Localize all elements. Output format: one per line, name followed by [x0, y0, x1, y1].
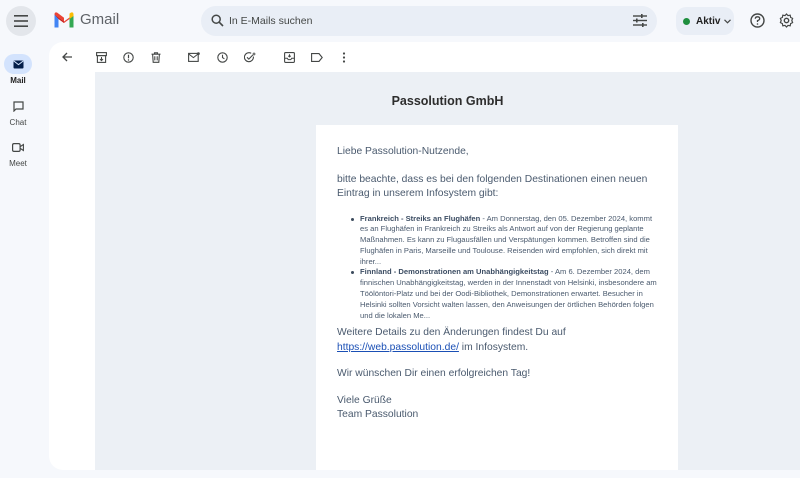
- gmail-icon: [54, 12, 74, 28]
- menu-icon: [14, 15, 28, 27]
- more-vert-icon: [342, 51, 346, 63]
- infosystem-link[interactable]: https://web.passolution.de/: [337, 342, 459, 353]
- app-name: Gmail: [80, 11, 120, 28]
- status-label: Aktiv: [696, 15, 721, 27]
- signoff: Viele Grüße Team Passolution: [337, 394, 657, 423]
- archive-button[interactable]: [94, 50, 108, 64]
- snooze-button[interactable]: [215, 50, 229, 64]
- gmail-logo[interactable]: Gmail: [53, 11, 119, 28]
- label-icon: [311, 52, 323, 62]
- mail-icon: [12, 60, 24, 68]
- add-to-tasks-button[interactable]: [243, 50, 257, 64]
- label-button[interactable]: [310, 50, 324, 64]
- back-button[interactable]: [60, 50, 74, 64]
- clock-icon: [216, 51, 228, 63]
- arrow-back-icon: [61, 52, 72, 62]
- list-item: Frankreich - Streiks an Flughäfen - Am D…: [351, 213, 657, 268]
- item-title: Frankreich - Streiks an Flughäfen: [360, 213, 481, 223]
- greeting: Liebe Passolution-Nutzende,: [337, 146, 469, 157]
- move-to-icon: [283, 51, 295, 63]
- rail-label-mail: Mail: [10, 76, 26, 85]
- mark-unread-icon: [188, 52, 200, 62]
- message-toolbar: [49, 42, 800, 72]
- email-content-card: Liebe Passolution-Nutzende, bitte beacht…: [316, 125, 678, 470]
- search-input[interactable]: [229, 15, 609, 27]
- rail-label-meet: Meet: [9, 159, 27, 168]
- mark-unread-button[interactable]: [187, 50, 201, 64]
- report-icon: [122, 51, 134, 63]
- search-options-icon[interactable]: [633, 14, 647, 27]
- chevron-down-icon: [724, 18, 732, 24]
- details-suffix: im Infosystem.: [458, 341, 529, 353]
- status-dot: [683, 17, 690, 25]
- search-bar: [201, 6, 657, 36]
- search-icon[interactable]: [211, 14, 224, 27]
- team-name: Team Passolution: [337, 409, 419, 421]
- message-panel: Passolution GmbH Liebe Passolution-Nutze…: [49, 42, 800, 470]
- chat-icon: [12, 100, 24, 112]
- delete-button[interactable]: [149, 50, 163, 64]
- rail-chat-icon-wrap: [4, 96, 32, 116]
- list-item: Finnland - Demonstrationen am Unabhängig…: [351, 267, 657, 321]
- details-paragraph: Weitere Details zu den Änderungen findes…: [337, 326, 657, 355]
- email-body-area: Passolution GmbH Liebe Passolution-Nutze…: [95, 72, 800, 470]
- status-selector[interactable]: Aktiv: [676, 7, 734, 35]
- trash-icon: [151, 51, 161, 63]
- rail-item-mail[interactable]: Mail: [0, 54, 36, 85]
- gear-icon[interactable]: [779, 13, 794, 28]
- help-icon[interactable]: [750, 13, 765, 28]
- video-camera-icon: [12, 142, 24, 152]
- regards-text: Viele Grüße: [337, 394, 392, 406]
- intro-text: bitte beachte, dass es bei den folgenden…: [337, 173, 648, 200]
- main-menu-button[interactable]: [6, 6, 36, 36]
- item-title: Finnland - Demonstrationen am Unabhängig…: [360, 267, 549, 277]
- details-text: Weitere Details zu den Änderungen findes…: [337, 327, 566, 339]
- more-options-button[interactable]: [337, 50, 351, 64]
- top-bar: Gmail Aktiv: [0, 0, 800, 42]
- destination-list: Frankreich - Streiks an Flughäfen - Am D…: [337, 214, 657, 322]
- move-to-button[interactable]: [282, 50, 296, 64]
- rail-meet-icon-wrap: [4, 137, 32, 157]
- rail-label-chat: Chat: [9, 118, 27, 127]
- archive-icon: [95, 51, 107, 63]
- wish-text: Wir wünschen Dir einen erfolgreichen Tag…: [337, 368, 531, 380]
- rail-mail-icon-wrap: [4, 54, 32, 74]
- rail-item-chat[interactable]: Chat: [0, 96, 36, 127]
- add-task-icon: [244, 51, 256, 62]
- report-spam-button[interactable]: [121, 50, 135, 64]
- rail-item-meet[interactable]: Meet: [0, 137, 36, 168]
- sender-title: Passolution GmbH: [391, 94, 504, 108]
